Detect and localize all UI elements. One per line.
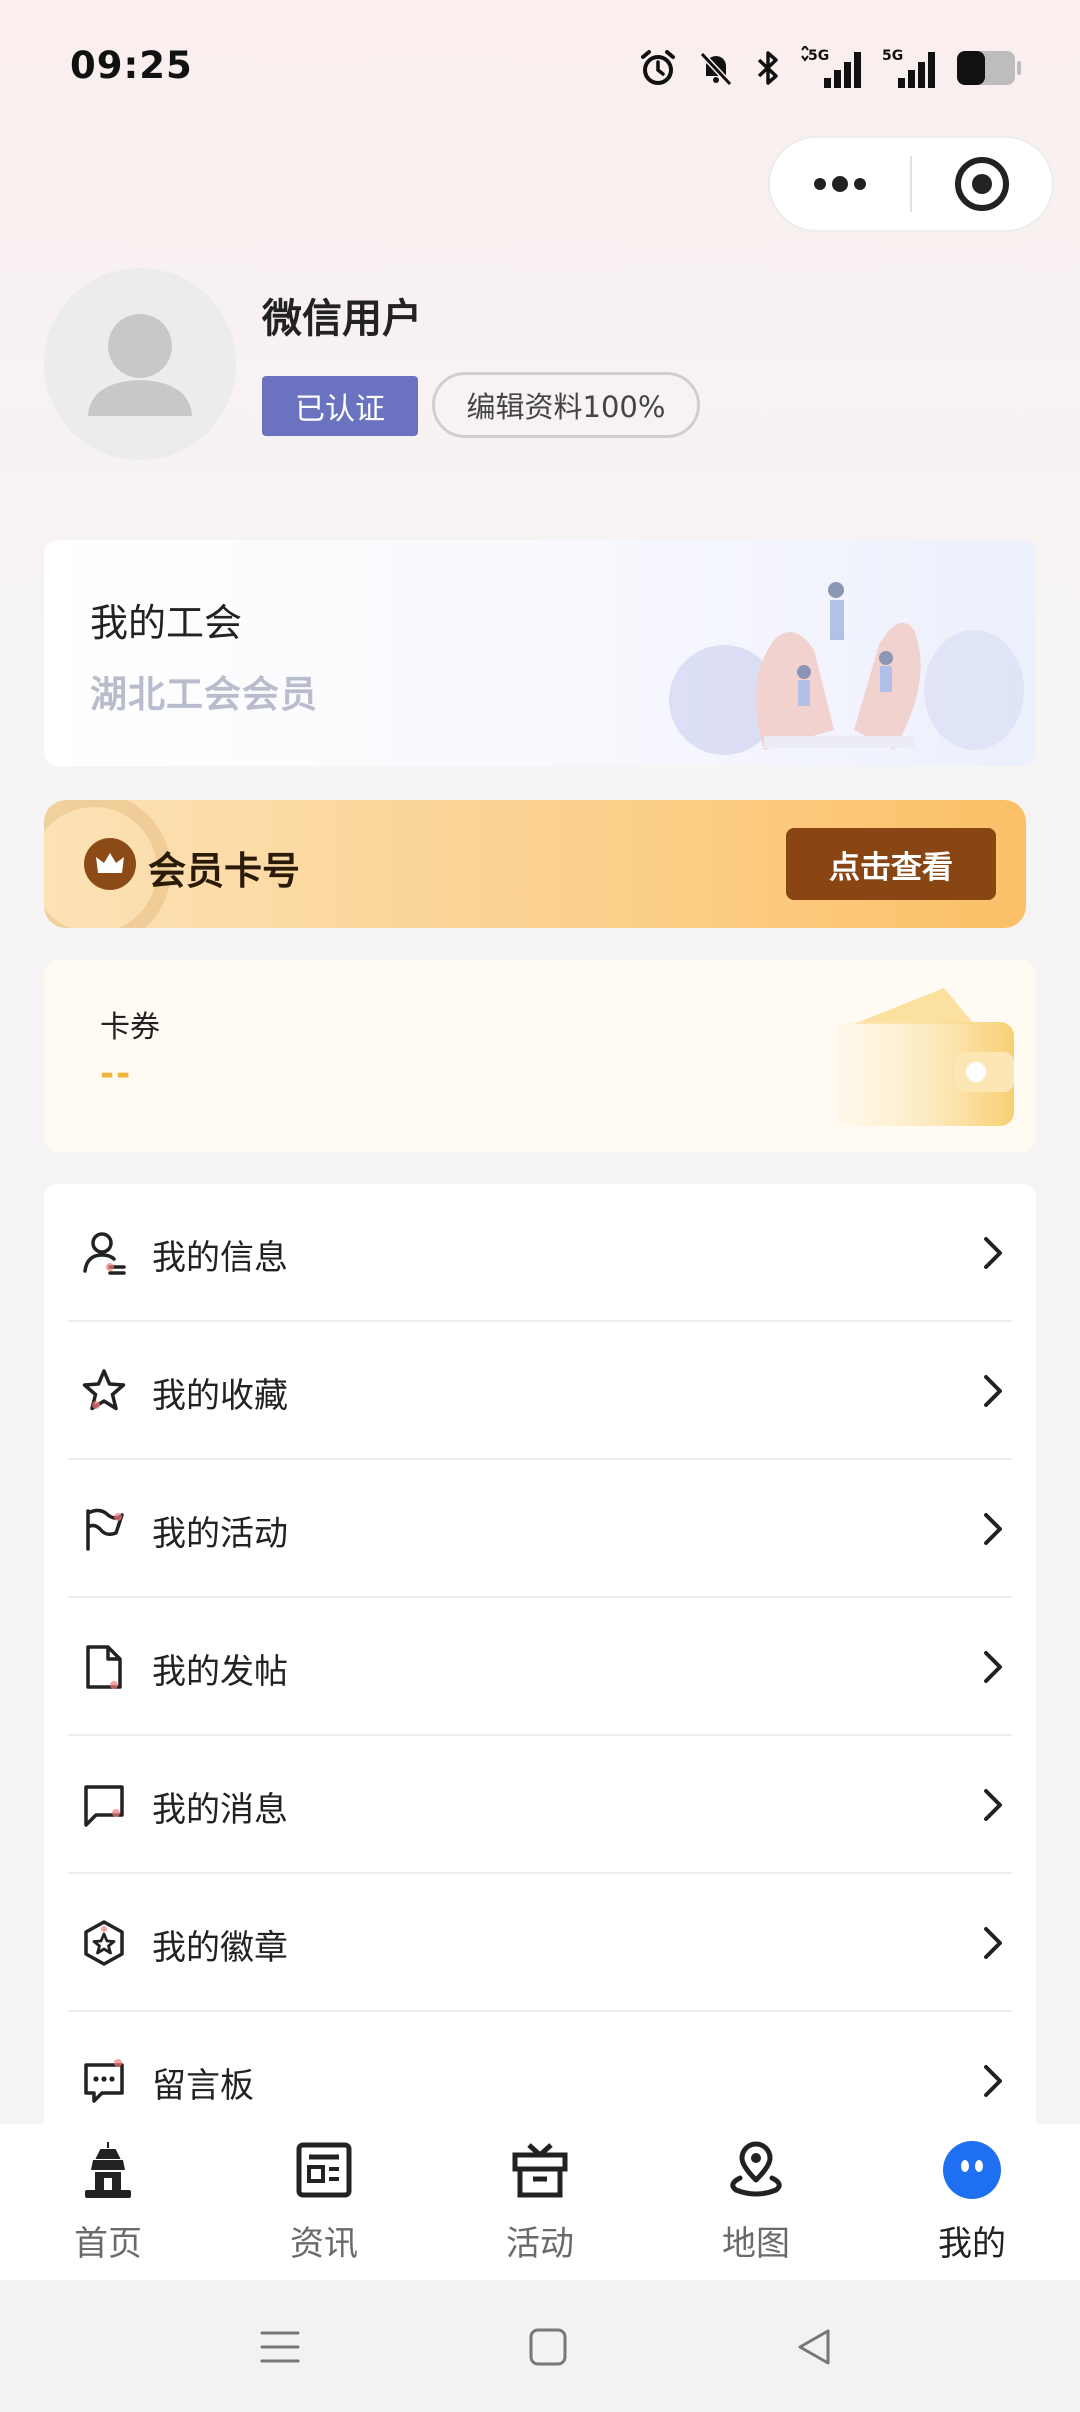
- map-pin-icon: [724, 2138, 788, 2202]
- tab-label: 活动: [506, 2224, 574, 2264]
- menu-label: 我的发帖: [152, 1652, 288, 1692]
- menu-label: 我的信息: [152, 1238, 288, 1278]
- tab-home[interactable]: 首页: [0, 2124, 216, 2280]
- comment-board-icon: [84, 2059, 124, 2103]
- more-button[interactable]: [770, 138, 910, 230]
- menu-item-my-messages[interactable]: 我的消息: [68, 1736, 1012, 1874]
- user-info-icon: [83, 1232, 126, 1275]
- signal-5g-icon: 5G: [801, 46, 861, 88]
- member-card-title: 会员卡号: [148, 849, 301, 893]
- menu-item-my-posts[interactable]: 我的发帖: [68, 1598, 1012, 1736]
- system-navigation-bar: [0, 2280, 1080, 2412]
- menu-item-my-activities[interactable]: 我的活动: [68, 1460, 1012, 1598]
- back-triangle-icon: [798, 2329, 830, 2365]
- badge-icon: [84, 1920, 124, 1966]
- chevron-right-icon: [984, 1789, 1002, 1821]
- document-icon: [86, 1645, 122, 1689]
- menu-label: 我的徽章: [152, 1928, 288, 1968]
- tab-label: 地图: [722, 2224, 790, 2264]
- tab-news[interactable]: 资讯: [216, 2124, 432, 2280]
- verified-badge: 已认证: [262, 376, 418, 436]
- tab-label: 我的: [938, 2224, 1006, 2264]
- coupon-card[interactable]: 卡券 --: [44, 960, 1036, 1152]
- chevron-right-icon: [984, 1651, 1002, 1683]
- gift-icon: [508, 2138, 572, 2202]
- user-name: 微信用户: [262, 296, 422, 342]
- menu-label: 我的消息: [152, 1790, 288, 1830]
- back-button[interactable]: [784, 2320, 844, 2374]
- status-time: 09:25: [70, 44, 193, 87]
- tab-label: 资讯: [290, 2224, 358, 2264]
- chevron-right-icon: [984, 1237, 1002, 1269]
- avatar[interactable]: [44, 268, 236, 460]
- chevron-right-icon: [984, 2065, 1002, 2097]
- tab-activities[interactable]: 活动: [432, 2124, 648, 2280]
- close-mini-program-button[interactable]: [912, 138, 1052, 230]
- mini-program-capsule: [768, 136, 1054, 232]
- message-icon: [84, 1785, 124, 1827]
- recent-apps-button[interactable]: [250, 2320, 310, 2374]
- menu-item-my-info[interactable]: 我的信息: [68, 1184, 1012, 1322]
- home-tower-icon: [76, 2138, 140, 2202]
- menu-list: 我的信息 我的收藏 我的活动 我的发帖 我的消息 我的徽章 留言板: [44, 1184, 1036, 2124]
- default-avatar-icon: [88, 314, 192, 416]
- target-circle-icon: [955, 157, 1009, 211]
- flag-icon: [86, 1508, 124, 1551]
- chevron-right-icon: [984, 1513, 1002, 1545]
- signal-5g-icon: 5G: [882, 48, 935, 88]
- svg-text:5G: 5G: [882, 48, 903, 64]
- home-button[interactable]: [518, 2320, 578, 2374]
- my-union-card[interactable]: 我的工会 湖北工会会员: [44, 540, 1036, 766]
- menu-lines-icon: [260, 2331, 300, 2363]
- tab-label: 首页: [74, 2224, 142, 2264]
- battery-icon: [957, 51, 1021, 85]
- coupon-value: --: [100, 1054, 133, 1094]
- bluetooth-icon: [757, 51, 778, 85]
- union-title: 我的工会: [90, 601, 243, 645]
- menu-item-my-favorites[interactable]: 我的收藏: [68, 1322, 1012, 1460]
- wallet-icon: [834, 988, 1014, 1126]
- more-dots-icon: [814, 176, 866, 192]
- status-icons: 5G 5G: [638, 44, 1022, 92]
- menu-item-my-badges[interactable]: 我的徽章: [68, 1874, 1012, 2012]
- status-bar: 09:25 5G 5G: [0, 0, 1080, 140]
- union-membership: 湖北工会会员: [90, 673, 318, 716]
- news-icon: [292, 2138, 356, 2202]
- edit-profile-button[interactable]: 编辑资料100%: [432, 372, 700, 438]
- menu-label: 我的收藏: [152, 1376, 288, 1416]
- chevron-right-icon: [984, 1375, 1002, 1407]
- coupon-title: 卡券: [100, 1010, 160, 1045]
- square-icon: [529, 2328, 567, 2366]
- alarm-icon: [641, 50, 675, 85]
- tab-mine[interactable]: 我的: [864, 2124, 1080, 2280]
- union-illustration-icon: [669, 582, 1024, 755]
- chevron-right-icon: [984, 1927, 1002, 1959]
- view-card-button[interactable]: 点击查看: [786, 828, 996, 900]
- svg-text:5G: 5G: [808, 48, 829, 64]
- menu-label: 我的活动: [152, 1514, 288, 1554]
- menu-label: 留言板: [152, 2066, 254, 2106]
- tab-map[interactable]: 地图: [648, 2124, 864, 2280]
- star-icon: [82, 1369, 126, 1411]
- bottom-tab-bar: 首页 资讯 活动 地图 我的: [0, 2124, 1080, 2280]
- mute-bell-icon: [699, 51, 733, 87]
- menu-item-message-board[interactable]: 留言板: [68, 2012, 1012, 2124]
- member-card-banner[interactable]: 会员卡号 点击查看: [44, 800, 1026, 928]
- crown-icon: [84, 838, 136, 890]
- mine-face-icon: [940, 2138, 1004, 2202]
